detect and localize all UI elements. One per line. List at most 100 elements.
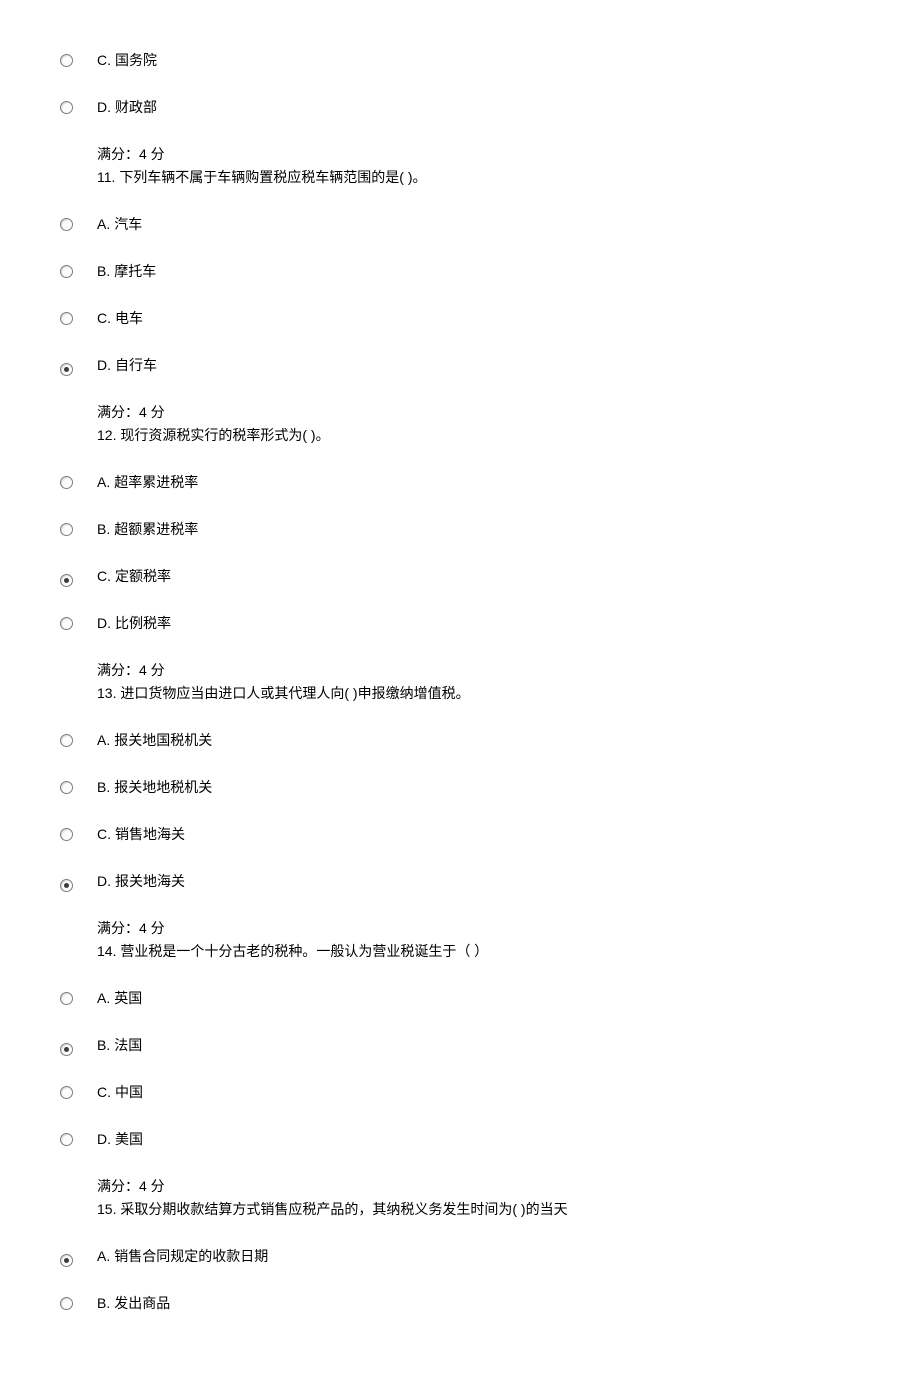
option-label: C. 电车 [97,308,143,329]
option-text: 汽车 [114,214,142,235]
option-text: 发出商品 [114,1293,170,1314]
q14-option-c[interactable]: C. 中国 [60,1082,860,1103]
question-text: 12. 现行资源税实行的税率形式为( )。 [97,425,860,446]
option-text: 报关地地税机关 [114,777,212,798]
option-letter: A. [97,214,110,235]
radio-icon-checked [60,879,73,892]
option-label: D. 财政部 [97,97,157,118]
option-letter: D. [97,1129,111,1150]
q10-option-c[interactable]: C. 国务院 [60,50,860,71]
radio-icon [60,101,73,114]
q11-option-b[interactable]: B. 摩托车 [60,261,860,282]
option-label: B. 法国 [97,1035,142,1056]
q11-option-d[interactable]: D. 自行车 [60,355,860,376]
radio-icon [60,312,73,325]
q10-option-d[interactable]: D. 财政部 [60,97,860,118]
q14-footer: 满分：4 分 15. 采取分期收款结算方式销售应税产品的，其纳税义务发生时间为(… [97,1176,860,1220]
radio-icon [60,1133,73,1146]
option-label: A. 超率累进税率 [97,472,198,493]
q12-option-d[interactable]: D. 比例税率 [60,613,860,634]
option-letter: D. [97,355,111,376]
q13-footer: 满分：4 分 14. 营业税是一个十分古老的税种。一般认为营业税诞生于（ ） [97,918,860,962]
option-letter: A. [97,1246,110,1267]
q12-footer: 满分：4 分 13. 进口货物应当由进口人或其代理人向( )申报缴纳增值税。 [97,660,860,704]
radio-icon-checked [60,1254,73,1267]
radio-icon [60,734,73,747]
q14-option-a[interactable]: A. 英国 [60,988,860,1009]
option-label: C. 定额税率 [97,566,171,587]
question-text: 11. 下列车辆不属于车辆购置税应税车辆范围的是( )。 [97,167,860,188]
option-label: D. 比例税率 [97,613,171,634]
option-letter: B. [97,261,110,282]
q13-option-a[interactable]: A. 报关地国税机关 [60,730,860,751]
option-letter: B. [97,1293,110,1314]
q15-option-a[interactable]: A. 销售合同规定的收款日期 [60,1246,860,1267]
option-letter: A. [97,988,110,1009]
option-label: C. 中国 [97,1082,143,1103]
q11-footer: 满分：4 分 12. 现行资源税实行的税率形式为( )。 [97,402,860,446]
radio-icon [60,265,73,278]
q14-option-b[interactable]: B. 法国 [60,1035,860,1056]
option-text: 比例税率 [115,613,171,634]
option-text: 法国 [114,1035,142,1056]
option-label: A. 英国 [97,988,142,1009]
option-label: C. 国务院 [97,50,157,71]
question-text: 15. 采取分期收款结算方式销售应税产品的，其纳税义务发生时间为( )的当天 [97,1199,860,1220]
radio-icon [60,781,73,794]
option-letter: C. [97,308,111,329]
q15-option-b[interactable]: B. 发出商品 [60,1293,860,1314]
radio-icon [60,218,73,231]
q12-option-a[interactable]: A. 超率累进税率 [60,472,860,493]
radio-icon [60,523,73,536]
option-label: A. 销售合同规定的收款日期 [97,1246,268,1267]
option-label: B. 报关地地税机关 [97,777,212,798]
score-text: 满分：4 分 [97,660,860,681]
radio-icon [60,617,73,630]
option-letter: C. [97,566,111,587]
option-text: 定额税率 [115,566,171,587]
option-text: 财政部 [115,97,157,118]
q13-option-b[interactable]: B. 报关地地税机关 [60,777,860,798]
q13-option-c[interactable]: C. 销售地海关 [60,824,860,845]
option-text: 电车 [115,308,143,329]
q13-option-d[interactable]: D. 报关地海关 [60,871,860,892]
option-text: 报关地海关 [115,871,185,892]
q11-option-c[interactable]: C. 电车 [60,308,860,329]
radio-icon-checked [60,1043,73,1056]
option-text: 中国 [115,1082,143,1103]
q11-option-a[interactable]: A. 汽车 [60,214,860,235]
q12-option-b[interactable]: B. 超额累进税率 [60,519,860,540]
option-label: D. 自行车 [97,355,157,376]
q14-option-d[interactable]: D. 美国 [60,1129,860,1150]
option-label: B. 发出商品 [97,1293,170,1314]
radio-icon [60,1297,73,1310]
option-label: B. 摩托车 [97,261,156,282]
q12-option-c[interactable]: C. 定额税率 [60,566,860,587]
radio-icon [60,54,73,67]
question-text: 14. 营业税是一个十分古老的税种。一般认为营业税诞生于（ ） [97,941,860,962]
option-text: 超额累进税率 [114,519,198,540]
radio-icon [60,992,73,1005]
score-text: 满分：4 分 [97,918,860,939]
radio-icon-checked [60,574,73,587]
option-letter: B. [97,1035,110,1056]
option-label: C. 销售地海关 [97,824,185,845]
option-text: 美国 [115,1129,143,1150]
option-text: 超率累进税率 [114,472,198,493]
option-letter: A. [97,472,110,493]
option-text: 销售合同规定的收款日期 [114,1246,268,1267]
radio-icon [60,1086,73,1099]
q10-footer: 满分：4 分 11. 下列车辆不属于车辆购置税应税车辆范围的是( )。 [97,144,860,188]
radio-icon [60,476,73,489]
option-text: 报关地国税机关 [114,730,212,751]
option-letter: B. [97,777,110,798]
option-label: A. 报关地国税机关 [97,730,212,751]
option-letter: B. [97,519,110,540]
option-label: D. 美国 [97,1129,143,1150]
option-text: 摩托车 [114,261,156,282]
option-letter: C. [97,50,111,71]
option-label: D. 报关地海关 [97,871,185,892]
option-text: 自行车 [115,355,157,376]
option-letter: C. [97,824,111,845]
question-text: 13. 进口货物应当由进口人或其代理人向( )申报缴纳增值税。 [97,683,860,704]
